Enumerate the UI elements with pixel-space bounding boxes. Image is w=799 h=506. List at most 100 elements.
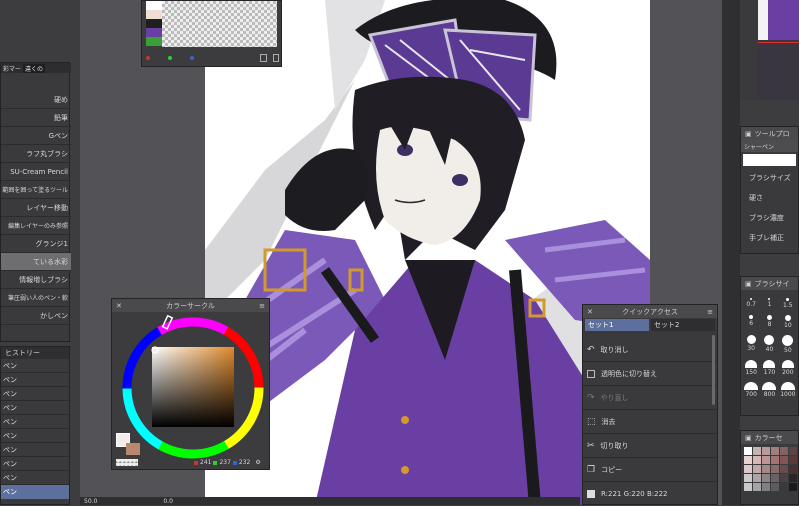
color-swatch-icon	[587, 490, 595, 498]
brush-label: ラフ丸ブラシ	[26, 149, 68, 158]
quick-item-undo[interactable]: ↶ 取り消し	[583, 338, 717, 362]
property-row[interactable]: ブラシ濃度	[741, 208, 798, 228]
zoom-value[interactable]: 50.0	[84, 498, 97, 505]
brush-size-cell[interactable]: 200	[779, 360, 797, 376]
clear-icon: ⬚	[587, 416, 596, 427]
brush-item[interactable]: ラフ丸ブラシ	[1, 145, 71, 163]
close-icon[interactable]: ✕	[116, 302, 122, 310]
tab-set-2[interactable]: セット2	[651, 319, 715, 331]
color-circle-titlebar: ✕ カラーサークル ≡	[112, 299, 269, 312]
brush-label: 情報増しブラシ	[19, 275, 68, 284]
history-item[interactable]: ペン	[1, 457, 69, 471]
close-icon[interactable]: ✕	[587, 308, 593, 316]
brush-label: 範囲を囲って塗るツール	[2, 187, 68, 194]
new-page-icon[interactable]	[260, 54, 267, 62]
quick-item-redo[interactable]: ↷ やり直し	[583, 386, 717, 410]
history-item[interactable]: ペン	[1, 387, 69, 401]
brush-size-cell[interactable]: 1000	[779, 382, 797, 398]
brush-item[interactable]: 範囲を囲って塗るツール	[1, 181, 71, 199]
brush-label: レイヤー移動	[26, 203, 68, 212]
brush-size-cell[interactable]: 40	[760, 335, 778, 354]
history-item[interactable]: ペン	[1, 471, 69, 485]
brush-item[interactable]: グランジ1	[1, 235, 71, 253]
blue-value: 232	[238, 459, 251, 466]
brush-item[interactable]: 編集レイヤーのみ参照	[1, 217, 71, 235]
brush-item[interactable]: かしペン	[1, 307, 71, 325]
tab-set-1[interactable]: セット1	[585, 319, 649, 331]
quick-access-titlebar: ✕ クイックアクセス ≡	[583, 305, 717, 318]
history-titlebar: ヒストリー	[1, 347, 69, 359]
brush-size-cell[interactable]: 50	[779, 335, 797, 354]
brush-label: 筆圧弱い人のペン・軟	[7, 295, 68, 302]
color-set-icon: ▣	[745, 433, 752, 442]
quick-access-scrollbar[interactable]	[712, 335, 715, 405]
brush-size-cell[interactable]: 700	[742, 382, 760, 398]
color-set-title: カラーセ	[754, 433, 783, 442]
history-item[interactable]: ペン	[1, 359, 69, 373]
tool-name: シャーペン	[741, 140, 798, 152]
brush-label: 硬め	[54, 95, 68, 104]
brush-label: ている水彩	[33, 257, 68, 266]
green-dot-icon	[168, 56, 172, 60]
brush-size-cell[interactable]: 8	[760, 315, 778, 329]
quick-item-copy[interactable]: ❐ コピー	[583, 458, 717, 482]
quick-item-color[interactable]: R:221 G:220 B:222	[583, 482, 717, 506]
tab-color-marker[interactable]: 彩マー	[1, 64, 23, 73]
brush-size-cell[interactable]: 30	[742, 335, 760, 354]
green-value: 237	[219, 459, 231, 466]
history-item[interactable]: ペン	[1, 373, 69, 387]
brush-item[interactable]: レイヤー移動	[1, 199, 71, 217]
brush-item[interactable]: 筆圧弱い人のペン・軟	[1, 289, 71, 307]
brush-size-cell[interactable]: 170	[760, 360, 778, 376]
brush-item[interactable]: 情報増しブラシ	[1, 271, 71, 289]
quick-item-cut[interactable]: ✂ 切り取り	[583, 434, 717, 458]
history-item-selected[interactable]: ペン	[1, 485, 69, 499]
history-panel: ヒストリー ペン ペン ペン ペン ペン ペン ペン ペン ペン ペン	[0, 346, 70, 505]
brush-item[interactable]: ている水彩	[1, 253, 71, 271]
brush-size-cell[interactable]: 0.7	[742, 298, 760, 309]
brush-item[interactable]: 硬め	[1, 91, 71, 109]
undo-icon: ↶	[587, 344, 595, 355]
tab-second[interactable]: 違くの	[23, 63, 46, 73]
quick-access-tabs: セット1 セット2	[583, 318, 717, 332]
swatch-column[interactable]	[146, 1, 162, 47]
brush-label: かしペン	[40, 311, 68, 320]
redo-icon: ↷	[587, 392, 595, 403]
transparent-color-swatch[interactable]	[116, 459, 138, 466]
tool-preview	[743, 154, 796, 166]
blue-dot-icon	[190, 56, 194, 60]
brush-size-cell[interactable]: 10	[779, 315, 797, 329]
menu-icon[interactable]: ≡	[707, 308, 713, 316]
brush-item[interactable]: Gペン	[1, 127, 71, 145]
history-item[interactable]: ペン	[1, 429, 69, 443]
history-item[interactable]: ペン	[1, 443, 69, 457]
sub-color-palette	[141, 0, 282, 67]
color-mode-icon[interactable]: ⚙	[255, 459, 260, 466]
quick-item-transparent[interactable]: 透明色に切り替え	[583, 362, 717, 386]
history-item[interactable]: ペン	[1, 415, 69, 429]
quick-item-clear[interactable]: ⬚ 消去	[583, 410, 717, 434]
brush-size-cell[interactable]: 6	[742, 315, 760, 329]
history-item[interactable]: ペン	[1, 401, 69, 415]
brush-size-cell[interactable]: 1.5	[779, 298, 797, 309]
trash-icon[interactable]	[273, 54, 279, 62]
sub-color-swatch[interactable]	[126, 443, 140, 455]
brush-size-cell[interactable]: 150	[742, 360, 760, 376]
property-row[interactable]: 手ブレ補正	[741, 228, 798, 248]
hue-ring[interactable]	[118, 313, 268, 463]
brush-size-panel: ▣ ブラシサイ 0.7 1 1.5 6 8 10 30 40 50 150 17…	[740, 276, 799, 416]
angle-value[interactable]: 0.0	[163, 498, 173, 505]
brush-item[interactable]: 鉛筆	[1, 109, 71, 127]
copy-icon: ❐	[587, 464, 596, 475]
quick-access-panel: ✕ クイックアクセス ≡ セット1 セット2 ↶ 取り消し 透明色に切り替え ↷…	[582, 304, 718, 505]
menu-icon[interactable]: ≡	[259, 302, 265, 310]
brush-size-cell[interactable]: 1	[760, 298, 778, 309]
palette-footer	[142, 51, 283, 65]
brush-list: 硬め 鉛筆 Gペン ラフ丸ブラシ SU-Cream Pencil 範囲を囲って塗…	[1, 91, 71, 325]
color-set-grid[interactable]	[741, 444, 798, 494]
property-row[interactable]: 硬さ	[741, 188, 798, 208]
brush-size-cell[interactable]: 800	[760, 382, 778, 398]
brush-item[interactable]: SU-Cream Pencil	[1, 163, 71, 181]
property-row[interactable]: ブラシサイズ	[741, 168, 798, 188]
navigator-thumbnail[interactable]	[758, 0, 799, 100]
